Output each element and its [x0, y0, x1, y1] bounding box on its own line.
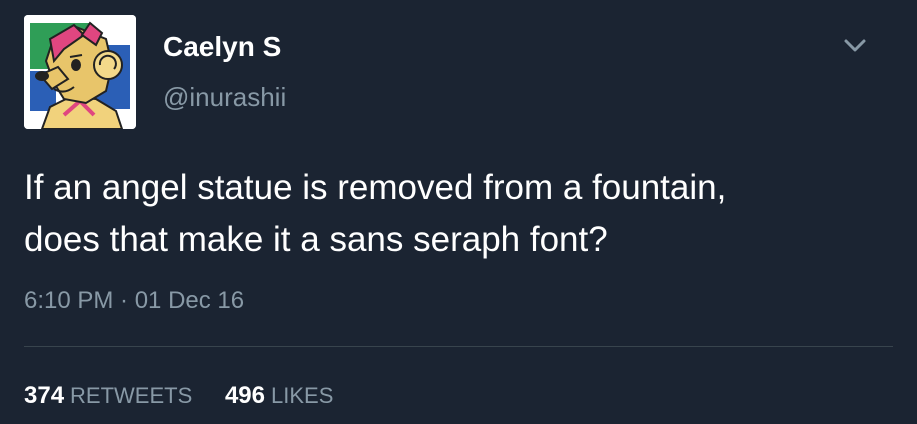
- chevron-down-icon[interactable]: [843, 38, 867, 54]
- tweet-stats: 374 RETWEETS 496 LIKES: [24, 382, 333, 410]
- likes-stat[interactable]: 496 LIKES: [225, 382, 333, 410]
- avatar[interactable]: [24, 15, 136, 129]
- retweets-label: RETWEETS: [70, 383, 193, 408]
- user-handle[interactable]: @inurashii: [163, 82, 286, 113]
- tweet-card: Caelyn S @inurashii If an angel statue i…: [0, 0, 917, 424]
- likes-label: LIKES: [271, 383, 334, 408]
- retweets-stat[interactable]: 374 RETWEETS: [24, 382, 192, 410]
- tweet-text-line: If an angel statue is removed from a fou…: [24, 168, 727, 207]
- retweets-count: 374: [24, 382, 65, 409]
- tweet-text: If an angel statue is removed from a fou…: [24, 162, 904, 266]
- divider: [24, 346, 893, 347]
- tweet-timestamp[interactable]: 6:10 PM · 01 Dec 16: [24, 287, 244, 315]
- avatar-image: [24, 15, 136, 129]
- display-name[interactable]: Caelyn S: [163, 31, 281, 63]
- likes-count: 496: [224, 382, 265, 409]
- tweet-text-line: does that make it a sans seraph font?: [24, 220, 608, 259]
